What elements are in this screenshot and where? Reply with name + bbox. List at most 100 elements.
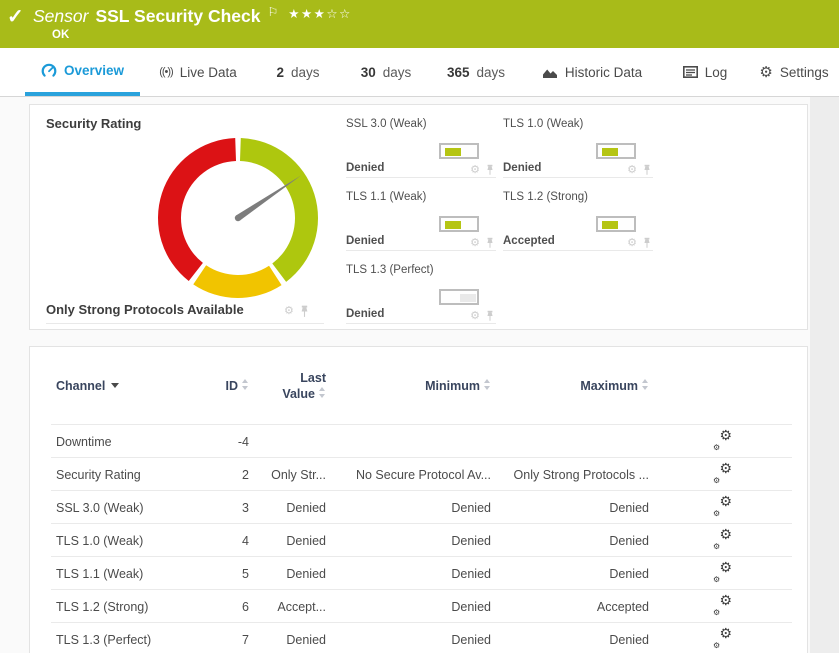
channel-minimum: Denied (451, 632, 491, 647)
channel-gear-icon[interactable]: ⚙ (470, 164, 480, 176)
tab-30-days-unit: days (382, 64, 412, 80)
mini-channel-value: Denied (346, 235, 385, 247)
table-row-downtime[interactable]: Downtime -4 ⚙ ⚙ (30, 425, 807, 458)
mini-channel-indicator (596, 216, 636, 232)
mini-channel-tls10: TLS 1.0 (Weak) Denied ⚙ (503, 118, 653, 178)
channel-settings-icon[interactable]: ⚙ ⚙ (713, 494, 732, 518)
flag-icon[interactable]: ⚐ (267, 5, 278, 19)
page-right-gutter (810, 97, 839, 653)
tab-365-days-unit: days (476, 64, 506, 80)
table-row-tls11[interactable]: TLS 1.1 (Weak) 5 Denied Denied Denied ⚙ ⚙ (30, 557, 807, 590)
channel-gear-icon[interactable]: ⚙ (627, 237, 637, 249)
column-header-last-value[interactable]: Last Value (249, 370, 326, 402)
sensor-name: SSL Security Check (95, 6, 261, 26)
table-row-tls12[interactable]: TLS 1.2 (Strong) 6 Accept... Denied Acce… (30, 590, 807, 623)
table-header-row: Channel ID Last Value Minimum Maximum (30, 347, 807, 425)
table-row-tls10[interactable]: TLS 1.0 (Weak) 4 Denied Denied Denied ⚙ ⚙ (30, 524, 807, 557)
tab-settings-label: Settings (779, 64, 829, 80)
mini-channel-name: TLS 1.1 (Weak) (346, 191, 427, 203)
tab-2-days[interactable]: 2 days (268, 48, 328, 96)
tab-log[interactable]: Log (678, 48, 732, 96)
channel-minimum: Denied (451, 599, 491, 614)
channel-maximum: Denied (609, 566, 649, 581)
channel-maximum: Accepted (596, 599, 649, 614)
tab-2-days-number: 2 (276, 64, 284, 80)
tab-30-days[interactable]: 30 days (352, 48, 420, 96)
column-header-channel[interactable]: Channel (56, 379, 206, 393)
channel-name: TLS 1.3 (Perfect) (56, 632, 152, 647)
table-row-ssl30[interactable]: SSL 3.0 (Weak) 3 Denied Denied Denied ⚙ ⚙ (30, 491, 807, 524)
tab-overview[interactable]: Overview (25, 48, 140, 96)
pin-icon[interactable] (643, 164, 651, 176)
channel-gear-icon[interactable]: ⚙ (470, 237, 480, 249)
mini-channel-value: Denied (346, 162, 385, 174)
tab-settings[interactable]: ⚙ Settings (752, 48, 836, 96)
channel-maximum: Denied (609, 500, 649, 515)
channel-gear-icon[interactable]: ⚙ (470, 310, 480, 322)
log-icon (682, 66, 698, 78)
channel-settings-icon[interactable]: ⚙ ⚙ (713, 527, 732, 551)
mini-channel-tls12: TLS 1.2 (Strong) Accepted ⚙ (503, 191, 653, 251)
channel-settings-icon[interactable]: ⚙ ⚙ (713, 461, 732, 485)
pin-icon[interactable] (300, 305, 309, 318)
stars-filled: ★★★ (288, 7, 327, 21)
pin-icon[interactable] (643, 237, 651, 249)
tab-bar: Overview ((•)) Live Data 2 days 30 days … (0, 48, 839, 97)
mini-channel-indicator (439, 216, 479, 232)
channel-minimum: Denied (451, 566, 491, 581)
channel-name: Downtime (56, 434, 112, 449)
channel-id: 2 (242, 467, 249, 482)
cell-divider (46, 323, 324, 324)
cell-divider (503, 177, 653, 178)
channel-id: -4 (237, 434, 249, 449)
channel-settings-icon[interactable]: ⚙ ⚙ (713, 560, 732, 584)
priority-stars[interactable]: ★★★☆☆ (288, 7, 352, 21)
mini-channel-indicator (596, 143, 636, 159)
tab-30-days-number: 30 (360, 64, 376, 80)
tab-live-data[interactable]: ((•)) Live Data (148, 48, 248, 96)
channel-settings-icon[interactable]: ⚙ ⚙ (713, 626, 732, 650)
primary-channel-value: Only Strong Protocols Available (46, 302, 244, 317)
column-header-minimum[interactable]: Minimum (326, 379, 491, 393)
cell-divider (346, 250, 496, 251)
channel-gear-icon[interactable]: ⚙ (627, 164, 637, 176)
channel-id: 6 (242, 599, 249, 614)
stars-empty: ☆☆ (326, 7, 352, 21)
table-row-security-rating[interactable]: Security Rating 2 Only Str... No Secure … (30, 458, 807, 491)
channel-minimum: Denied (451, 533, 491, 548)
mini-channel-name: TLS 1.2 (Strong) (503, 191, 589, 203)
indicator-fill (602, 148, 618, 156)
tab-historic-data[interactable]: Historic Data (536, 48, 648, 96)
channel-table-panel: Channel ID Last Value Minimum Maximum Dow… (29, 346, 808, 653)
primary-channel-title: Security Rating (46, 116, 142, 131)
channel-settings-icon[interactable]: ⚙ ⚙ (713, 593, 732, 617)
column-header-id[interactable]: ID (206, 379, 249, 393)
channel-last-value: Only Str... (271, 467, 326, 482)
mini-channel-indicator (439, 289, 479, 305)
settings-gear-icon: ⚙ (759, 64, 773, 81)
cell-divider (346, 323, 496, 324)
mini-channel-name: TLS 1.3 (Perfect) (346, 264, 434, 276)
table-row-tls13[interactable]: TLS 1.3 (Perfect) 7 Denied Denied Denied… (30, 623, 807, 653)
mini-channel-indicator (439, 143, 479, 159)
sort-icon (242, 379, 249, 390)
mini-channel-ssl30: SSL 3.0 (Weak) Denied ⚙ (346, 118, 496, 178)
ok-check-icon: ✓ (7, 6, 24, 28)
tab-365-days[interactable]: 365 days (438, 48, 514, 96)
sort-icon (484, 379, 491, 390)
pin-icon[interactable] (486, 164, 494, 176)
channel-settings-icon[interactable]: ⚙ ⚙ (713, 428, 732, 452)
pin-icon[interactable] (486, 237, 494, 249)
gauge-icon (41, 63, 57, 77)
channel-last-value: Denied (286, 632, 326, 647)
channel-maximum: Only Strong Protocols ... (513, 467, 649, 482)
channel-id: 5 (242, 566, 249, 581)
channel-maximum: Denied (609, 632, 649, 647)
pin-icon[interactable] (486, 310, 494, 322)
historic-data-icon (542, 69, 557, 78)
channel-name: TLS 1.2 (Strong) (56, 599, 149, 614)
mini-channel-value: Denied (503, 162, 542, 174)
column-header-maximum[interactable]: Maximum (491, 379, 649, 393)
sort-icon (642, 379, 649, 390)
channel-gear-icon[interactable]: ⚙ (284, 306, 294, 317)
